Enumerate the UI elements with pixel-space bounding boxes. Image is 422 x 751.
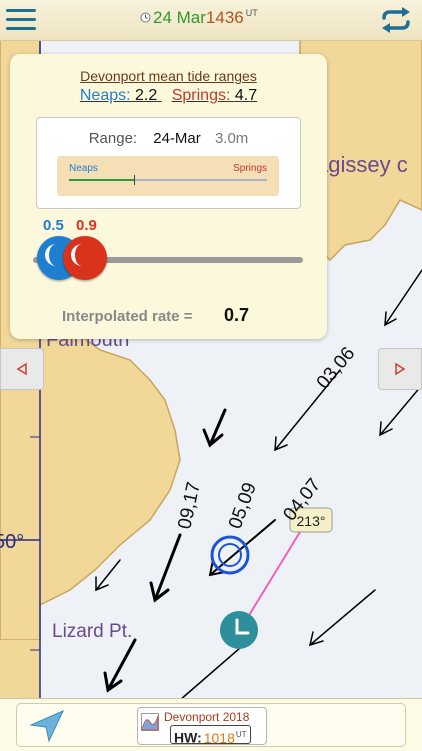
current-date: 24 Mar: [153, 8, 206, 27]
menu-icon[interactable]: [6, 7, 38, 33]
triangle-left-icon: [16, 362, 27, 376]
range-row: Range: 24-Mar 3.0m: [37, 130, 300, 147]
position-clock-icon[interactable]: [220, 611, 258, 649]
navigation-arrow-icon[interactable]: [27, 708, 67, 744]
place-label-lizard: Lizard Pt.: [52, 621, 132, 642]
neaps-label: Neaps:: [79, 87, 131, 104]
tide-curve-icon: [141, 713, 159, 731]
time-zone: UT: [245, 8, 258, 19]
hw-label: HW:: [174, 729, 202, 746]
hw-time: 1018: [203, 729, 235, 746]
triangle-right-icon: [395, 362, 406, 376]
top-bar: 24 Mar1436 UT: [0, 0, 422, 41]
springs-label: Springs:: [171, 87, 231, 104]
range-indicator: Neaps Springs: [57, 156, 279, 196]
previous-hour-button[interactable]: [0, 348, 44, 390]
high-water-time: HW: 1018UT: [170, 725, 251, 746]
clock-icon: [140, 12, 151, 23]
tide-range-panel: Devonport mean tide ranges Neaps: 2.2 Sp…: [10, 54, 327, 339]
neaps-value: 2.2: [135, 87, 158, 104]
hw-time-zone: UT: [235, 730, 247, 739]
range-label: Range:: [88, 130, 138, 147]
range-bar-neaps-label: Neaps: [69, 163, 98, 174]
spring-rate-label: 0.9: [76, 217, 97, 234]
range-card: Range: 24-Mar 3.0m Neaps Springs: [36, 117, 301, 209]
interpolated-rate-label: Interpolated rate =: [62, 308, 193, 325]
mean-ranges-row: Neaps: 2.2 Springs: 4.7: [10, 87, 327, 105]
range-date: 24-Mar: [153, 130, 201, 147]
spring-rate-knob[interactable]: [63, 236, 107, 280]
next-hour-button[interactable]: [378, 348, 422, 390]
swap-icon[interactable]: [380, 6, 412, 34]
current-time: 1436: [205, 8, 244, 27]
west-land: [0, 640, 40, 700]
interpolated-rate-value: 0.7: [224, 305, 250, 325]
date-time-display[interactable]: 24 Mar1436 UT: [153, 8, 258, 28]
springs-value: 4.7: [234, 87, 258, 104]
place-label-mevagissey: agissey c: [316, 152, 408, 177]
bottom-frame: Devonport 2018 HW: 1018UT: [16, 703, 406, 747]
range-bar-track: [69, 175, 267, 185]
port-selector-button[interactable]: Devonport 2018 HW: 1018UT: [137, 707, 267, 746]
latitude-label: 50°: [0, 531, 24, 553]
range-value: 3.0m: [214, 130, 249, 147]
port-name: Devonport 2018: [164, 710, 250, 724]
neap-rate-label: 0.5: [43, 217, 64, 234]
range-bar-springs-label: Springs: [233, 163, 267, 174]
range-bar-fill: [69, 179, 135, 181]
panel-title: Devonport mean tide ranges: [80, 68, 257, 84]
range-bar-marker: [134, 175, 136, 185]
bottom-bar: Devonport 2018 HW: 1018UT: [0, 698, 422, 751]
